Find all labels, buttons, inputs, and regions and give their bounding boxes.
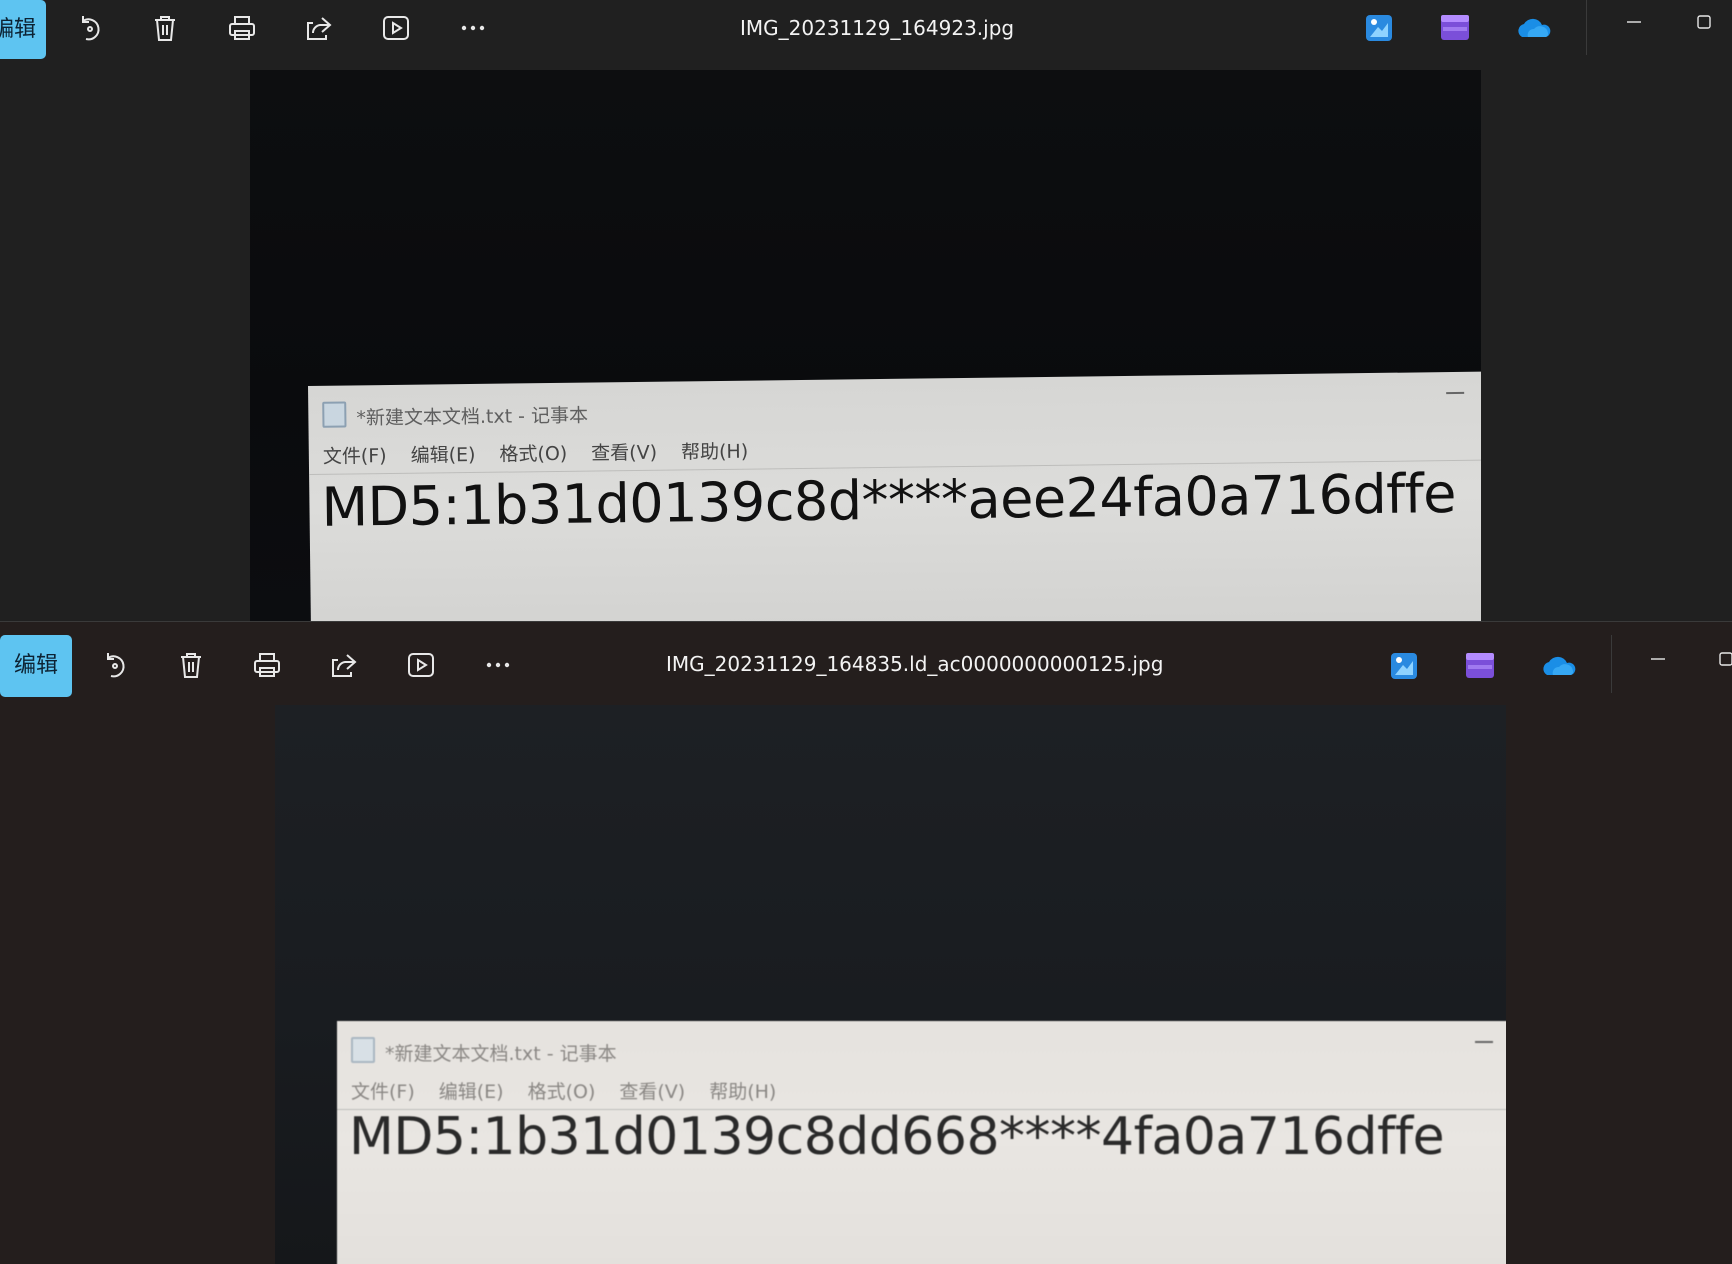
photos-editor-icon[interactable] (1362, 13, 1396, 43)
photo-canvas: *新建文本文档.txt - 记事本 文件(F) 编辑(E) 格式(O) 查看(V… (275, 705, 1506, 1264)
clipchamp-icon[interactable] (1438, 13, 1472, 43)
notepad-menu-file: 文件(F) (351, 1081, 415, 1103)
notepad-title: *新建文本文档.txt - 记事本 (385, 1043, 617, 1065)
more-icon[interactable] (456, 11, 490, 45)
share-icon[interactable] (302, 11, 336, 45)
print-icon[interactable] (225, 11, 259, 45)
md5-text: MD5:1b31d0139c8dd668****4fa0a716dffe (349, 1107, 1445, 1167)
file-title: IMG_20231129_164835.ld_ac0000000000125.j… (666, 652, 1164, 676)
delete-icon[interactable] (148, 11, 182, 45)
more-icon[interactable] (481, 648, 515, 682)
rotate-icon[interactable] (72, 11, 106, 45)
notepad-menu-format: 格式(O) (527, 1081, 596, 1103)
slideshow-icon[interactable] (379, 11, 413, 45)
minimize-icon[interactable] (1614, 2, 1654, 42)
notepad-menu-view: 查看(V) (619, 1081, 686, 1103)
minimize-icon[interactable] (1638, 639, 1678, 679)
toolbar-divider (1611, 635, 1612, 693)
photo-canvas: *新建文本文档.txt - 记事本 文件(F) 编辑(E) 格式(O) 查看(V… (250, 70, 1481, 621)
onedrive-icon[interactable] (1539, 651, 1577, 681)
notepad-menu-help: 帮助(H) (709, 1081, 777, 1103)
notepad-menu: 文件(F) 编辑(E) 格式(O) 查看(V) 帮助(H) (351, 1077, 776, 1104)
notepad-minimize-icon (1446, 391, 1465, 395)
notepad-menu-edit: 编辑(E) (410, 443, 476, 467)
notepad-menu-edit: 编辑(E) (438, 1081, 504, 1103)
photos-editor-icon[interactable] (1387, 651, 1421, 681)
photographed-notepad: *新建文本文档.txt - 记事本 文件(F) 编辑(E) 格式(O) 查看(V… (308, 371, 1481, 621)
slideshow-icon[interactable] (404, 648, 438, 682)
toolbar-divider (1586, 0, 1587, 55)
notepad-menu-format: 格式(O) (499, 442, 568, 466)
clipchamp-icon[interactable] (1463, 651, 1497, 681)
toolbar-top: 编辑 IMG_20231129_164923.jpg (0, 0, 1732, 60)
maximize-icon[interactable] (1684, 2, 1724, 42)
photos-window-top: 编辑 IMG_20231129_164923.jpg *新建文本文档.txt -… (0, 0, 1732, 621)
delete-icon[interactable] (174, 648, 208, 682)
notepad-menu-file: 文件(F) (322, 445, 387, 468)
notepad-menu: 文件(F) 编辑(E) 格式(O) 查看(V) 帮助(H) (323, 437, 749, 469)
toolbar-bottom: 编辑 IMG_20231129_164835.ld_ac000000000012… (0, 633, 1732, 699)
print-icon[interactable] (250, 648, 284, 682)
notepad-menu-help: 帮助(H) (680, 440, 749, 464)
notepad-doc-icon (351, 1037, 375, 1063)
notepad-doc-icon (322, 401, 347, 428)
edit-button[interactable]: 编辑 (0, 0, 46, 59)
maximize-icon[interactable] (1706, 639, 1732, 679)
notepad-minimize-icon (1475, 1041, 1493, 1043)
edit-button[interactable]: 编辑 (0, 635, 72, 697)
photos-window-bottom: 编辑 IMG_20231129_164835.ld_ac000000000012… (0, 621, 1732, 1264)
file-title: IMG_20231129_164923.jpg (740, 16, 1015, 40)
onedrive-icon[interactable] (1514, 13, 1552, 43)
photographed-notepad: *新建文本文档.txt - 记事本 文件(F) 编辑(E) 格式(O) 查看(V… (337, 1021, 1506, 1264)
notepad-menu-view: 查看(V) (591, 441, 658, 465)
rotate-icon[interactable] (97, 648, 131, 682)
notepad-title: *新建文本文档.txt - 记事本 (356, 404, 589, 430)
md5-text: MD5:1b31d0139c8d****aee24fa0a716dffe (321, 461, 1457, 539)
share-icon[interactable] (327, 648, 361, 682)
